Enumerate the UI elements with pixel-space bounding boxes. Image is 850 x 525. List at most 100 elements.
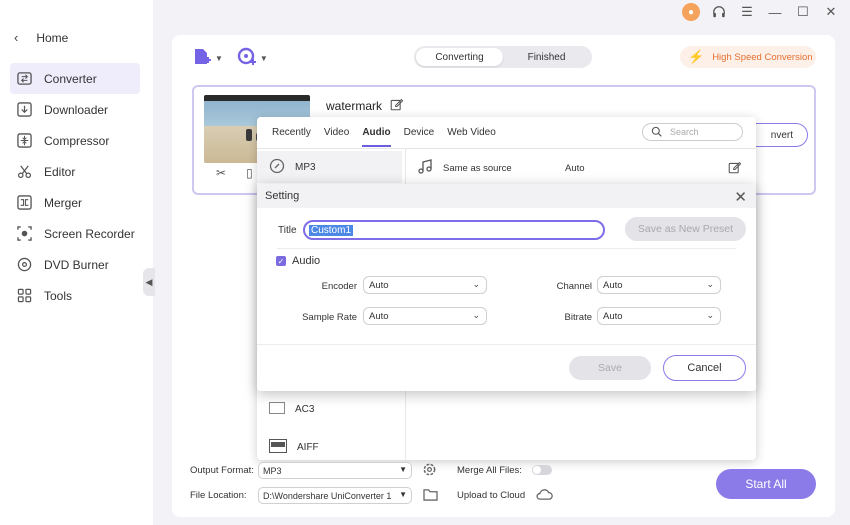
chevron-left-icon: ‹ [14, 30, 19, 45]
format-item-ac3[interactable]: AC3 [257, 393, 402, 425]
sidebar-item-merger[interactable]: Merger [10, 187, 140, 218]
channel-select[interactable]: Auto ⌄ [597, 276, 721, 294]
sidebar-item-label: Converter [44, 71, 97, 86]
headset-icon[interactable] [710, 3, 728, 21]
checkmark-icon: ✓ [276, 256, 286, 266]
file-location-label: File Location: [190, 490, 247, 501]
chevron-down-icon: ⌄ [706, 279, 714, 289]
sidebar-item-downloader[interactable]: Downloader [10, 94, 140, 125]
start-all-button[interactable]: Start All [716, 469, 816, 499]
home-link[interactable]: ‹ Home [14, 30, 68, 45]
high-speed-conversion-button[interactable]: ⚡ High Speed Conversion [680, 46, 816, 68]
encoder-select[interactable]: Auto ⌄ [363, 276, 487, 294]
add-file-icon [192, 47, 212, 70]
channel-value: Auto [603, 279, 623, 291]
sidebar-item-label: Compressor [44, 133, 110, 148]
encoder-value: Auto [369, 279, 389, 291]
chevron-left-icon: ◀ [145, 276, 153, 287]
converter-icon [16, 71, 32, 87]
bitrate-label: Bitrate [564, 312, 592, 323]
sidebar-item-tools[interactable]: Tools [10, 280, 140, 311]
sidebar-collapse-button[interactable]: ◀ [143, 268, 155, 296]
bitrate-select[interactable]: Auto ⌄ [597, 307, 721, 325]
tab-device[interactable]: Device [404, 125, 435, 147]
chevron-down-icon: ▼ [399, 490, 407, 499]
merge-all-files-label: Merge All Files: [457, 465, 522, 476]
audio-checkbox[interactable]: ✓ Audio [276, 255, 320, 267]
chevron-down-icon: ⌄ [706, 310, 714, 320]
bottom-bar: Output Format: MP3 ▼ Merge All Files: Fi… [172, 460, 835, 517]
add-disc-icon [237, 47, 257, 70]
minimize-icon[interactable]: — [766, 3, 784, 21]
sidebar-item-screen-recorder[interactable]: Screen Recorder [10, 218, 140, 249]
chevron-down-icon: ▼ [259, 54, 268, 63]
dialog-header: Setting ✕ [257, 184, 756, 208]
add-files-button[interactable]: ▼ [192, 47, 223, 70]
menu-icon[interactable]: ☰ [738, 3, 756, 21]
user-avatar-icon[interactable]: ● [682, 3, 700, 21]
maximize-icon[interactable]: ☐ [794, 3, 812, 21]
chevron-down-icon: ▼ [399, 465, 407, 474]
format-quality-row[interactable]: Same as source Auto [417, 159, 747, 178]
scissors-icon [16, 164, 32, 180]
sidebar-item-label: DVD Burner [44, 257, 109, 272]
sidebar-item-converter[interactable]: Converter [10, 63, 140, 94]
cancel-button[interactable]: Cancel [663, 355, 746, 381]
output-format-label: Output Format: [190, 465, 254, 476]
dialog-title: Setting [265, 190, 300, 202]
sample-rate-select[interactable]: Auto ⌄ [363, 307, 487, 325]
chevron-down-icon: ⌄ [472, 279, 480, 289]
sidebar-item-dvd-burner[interactable]: DVD Burner [10, 249, 140, 280]
title-input[interactable]: Custom1 [303, 220, 605, 240]
add-dvd-button[interactable]: ▼ [237, 47, 268, 70]
title-label: Title [278, 225, 297, 236]
setting-dialog: Setting ✕ Title Custom1 Save as New Pres… [257, 184, 756, 391]
output-format-value: MP3 [263, 465, 282, 476]
divider [257, 344, 756, 345]
tab-video[interactable]: Video [324, 125, 349, 147]
add-toolbar: ▼ ▼ [192, 47, 268, 70]
merge-toggle[interactable] [532, 465, 552, 475]
quality-format-label: Same as source [443, 163, 512, 174]
tab-audio[interactable]: Audio [362, 125, 391, 147]
cloud-icon[interactable] [536, 488, 553, 504]
edit-icon[interactable] [728, 161, 742, 177]
edit-icon[interactable] [390, 98, 404, 114]
close-icon[interactable]: ✕ [734, 188, 747, 206]
save-button[interactable]: Save [569, 356, 651, 380]
tab-finished[interactable]: Finished [503, 48, 590, 66]
sidebar-item-editor[interactable]: Editor [10, 156, 140, 187]
output-format-select[interactable]: MP3 ▼ [258, 462, 412, 479]
compress-icon [16, 133, 32, 149]
download-icon [16, 102, 32, 118]
close-window-icon[interactable]: ✕ [822, 3, 840, 21]
high-speed-label: High Speed Conversion [712, 51, 813, 63]
sidebar-item-compressor[interactable]: Compressor [10, 125, 140, 156]
format-item-aiff[interactable]: AIFF [257, 431, 402, 463]
folder-icon[interactable] [423, 488, 438, 504]
tab-converting[interactable]: Converting [416, 48, 503, 66]
tab-web-video[interactable]: Web Video [447, 125, 496, 147]
settings-icon[interactable] [422, 462, 437, 480]
sidebar-nav: Converter Downloader Compressor Editor M… [10, 63, 140, 311]
encoder-label: Encoder [321, 281, 357, 292]
format-search-input[interactable]: Search [642, 123, 743, 141]
file-location-select[interactable]: D:\Wondershare UniConverter 1 ▼ [258, 487, 412, 504]
sidebar-item-label: Tools [44, 288, 73, 303]
grid-icon [16, 288, 32, 304]
tab-recently[interactable]: Recently [272, 125, 311, 147]
search-placeholder: Search [670, 127, 699, 137]
sidebar-item-label: Merger [44, 195, 83, 210]
sample-rate-label: Sample Rate [302, 312, 357, 323]
trim-icon[interactable]: ✂ [216, 166, 226, 180]
format-item-mp3[interactable]: MP3 [257, 151, 402, 183]
quality-value: Auto [565, 163, 585, 174]
window-controls: ● ☰ — ☐ ✕ [682, 3, 840, 21]
format-tabs: Recently Video Audio Device Web Video [272, 125, 509, 147]
format-item-label: MP3 [295, 161, 316, 173]
save-as-new-preset-button[interactable]: Save as New Preset [625, 217, 746, 241]
bitrate-value: Auto [603, 310, 623, 322]
aiff-icon [269, 438, 287, 456]
divider [277, 248, 736, 249]
crop-icon[interactable]: ▯ [246, 166, 253, 180]
